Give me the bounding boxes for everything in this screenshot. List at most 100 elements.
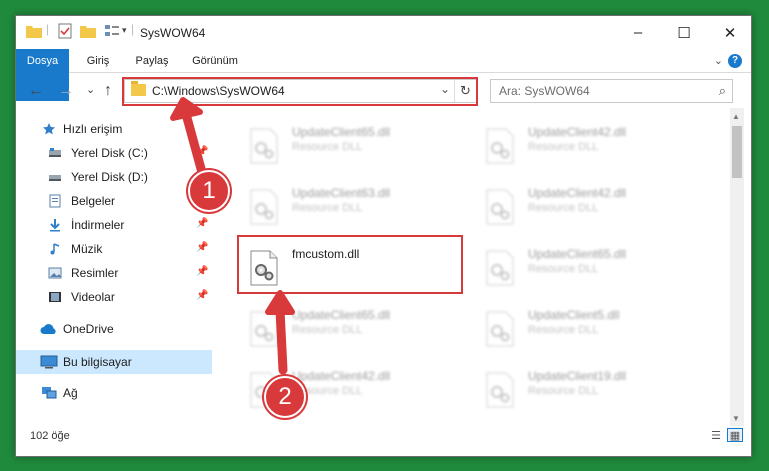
file-type: Resource DLL — [528, 141, 599, 153]
title-bar: | ▾ | SysWOW64 – ☐ ✕ — [16, 16, 751, 49]
file-name: UpdateClient42.dll — [528, 125, 627, 139]
cloud-icon — [40, 324, 56, 334]
expand-ribbon-icon[interactable]: ⌄ — [714, 54, 723, 67]
customize-toolbar-icon[interactable]: ▾ — [122, 25, 127, 36]
sidebar-item-onedrive[interactable]: OneDrive — [16, 318, 212, 340]
scroll-up-icon[interactable]: ▲ — [732, 112, 740, 121]
file-item[interactable]: UpdateClient42.dll Resource DLL — [479, 120, 704, 172]
pin-icon[interactable]: 📌 — [196, 266, 208, 277]
dll-file-icon — [486, 128, 514, 164]
download-icon — [50, 219, 60, 232]
documents-icon — [49, 194, 61, 208]
sidebar-item-documents[interactable]: Belgeler 📌 — [16, 190, 212, 212]
details-view-icon[interactable]: ☰ — [708, 429, 724, 443]
videos-icon — [49, 292, 61, 302]
music-icon — [50, 243, 60, 255]
dll-file-icon — [486, 372, 514, 408]
tab-home[interactable]: Giriş — [76, 49, 120, 73]
close-button[interactable]: ✕ — [707, 16, 753, 49]
step-2-badge: 2 — [264, 376, 306, 418]
star-icon — [43, 123, 55, 135]
sidebar-item-network[interactable]: Ağ — [16, 382, 212, 404]
sidebar-item-this-pc[interactable]: Bu bilgisayar — [16, 350, 212, 374]
file-item[interactable]: UpdateClient5.dll Resource DLL — [479, 303, 704, 355]
sidebar-item-label: Resimler — [71, 266, 119, 280]
separator: | — [131, 22, 135, 36]
pictures-icon — [48, 267, 62, 279]
drive-icon — [49, 148, 61, 157]
file-item[interactable]: UpdateClient65.dll Resource DLL — [479, 242, 704, 294]
file-item[interactable]: UpdateClient63.dll Resource DLL — [243, 181, 468, 233]
sidebar-item-label: Ağ — [63, 386, 78, 400]
file-type: Resource DLL — [528, 202, 599, 214]
forward-button[interactable]: → — [58, 82, 74, 100]
sidebar-item-quick-access[interactable]: Hızlı erişim — [16, 118, 212, 140]
dll-file-icon — [486, 250, 514, 286]
back-button[interactable]: ← — [28, 82, 44, 100]
dll-file-icon — [250, 311, 278, 347]
file-name: UpdateClient42.dll — [292, 369, 391, 383]
separator: | — [46, 22, 50, 36]
window-title: SysWOW64 — [140, 26, 206, 40]
recent-locations-button[interactable]: ⌄ — [86, 83, 95, 96]
pin-icon[interactable]: 📌 — [196, 290, 208, 301]
sidebar-item-label: Yerel Disk (C:) — [71, 146, 148, 160]
sidebar-item-local-disk-d[interactable]: Yerel Disk (D:) 📌 — [16, 166, 212, 188]
computer-icon — [40, 355, 58, 369]
tab-view[interactable]: Görünüm — [184, 49, 246, 73]
pin-icon[interactable]: 📌 — [196, 218, 208, 229]
search-input[interactable]: Ara: SysWOW64 ⌕ — [490, 79, 733, 103]
sidebar-item-label: OneDrive — [63, 322, 114, 336]
file-item[interactable]: UpdateClient65.dll Resource DLL — [243, 303, 468, 355]
tab-share[interactable]: Paylaş — [126, 49, 178, 73]
ribbon-tabs: Dosya Giriş Paylaş Görünüm ⌄ ? — [16, 49, 751, 101]
file-name: UpdateClient65.dll — [292, 125, 391, 139]
pin-icon[interactable]: 📌 — [196, 146, 208, 157]
view-options-icon[interactable] — [104, 23, 120, 39]
file-type: Resource DLL — [528, 324, 599, 336]
navigation-pane: Hızlı erişim Yerel Disk (C:) 📌 Yerel Dis… — [16, 116, 212, 406]
sidebar-item-videos[interactable]: Videolar 📌 — [16, 286, 212, 308]
sidebar-item-local-disk-c[interactable]: Yerel Disk (C:) 📌 — [16, 142, 212, 164]
file-type: Resource DLL — [292, 141, 363, 153]
search-icon[interactable]: ⌕ — [719, 83, 726, 99]
file-item[interactable]: UpdateClient19.dll Resource DLL — [479, 364, 704, 416]
new-folder-icon[interactable] — [80, 24, 96, 38]
scrollbar-thumb[interactable] — [732, 126, 742, 178]
drive-icon — [49, 175, 61, 181]
search-placeholder: Ara: SysWOW64 — [499, 84, 590, 98]
file-name: UpdateClient19.dll — [528, 369, 627, 383]
sidebar-item-label: Yerel Disk (D:) — [71, 170, 148, 184]
dll-file-icon — [250, 128, 278, 164]
sidebar-item-label: Müzik — [71, 242, 103, 256]
scroll-down-icon[interactable]: ▼ — [732, 414, 740, 423]
file-type: Resource DLL — [292, 324, 363, 336]
sidebar-item-music[interactable]: Müzik 📌 — [16, 238, 212, 260]
large-icons-view-icon[interactable]: ▦ — [727, 428, 743, 442]
file-name: UpdateClient65.dll — [292, 308, 391, 322]
dll-file-icon — [486, 311, 514, 347]
sidebar-item-label: Belgeler — [71, 194, 116, 208]
up-button[interactable]: ↑ — [104, 82, 112, 100]
pin-icon[interactable]: 📌 — [196, 242, 208, 253]
minimize-button[interactable]: – — [615, 16, 661, 49]
vertical-scrollbar[interactable]: ▲ ▼ — [730, 108, 744, 426]
file-name: UpdateClient5.dll — [528, 308, 620, 322]
maximize-button[interactable]: ☐ — [661, 16, 707, 49]
file-type: Resource DLL — [528, 385, 599, 397]
file-name: UpdateClient63.dll — [292, 186, 391, 200]
sidebar-item-label: Videolar — [71, 290, 115, 304]
file-type: Resource DLL — [292, 202, 363, 214]
sidebar-item-downloads[interactable]: İndirmeler 📌 — [16, 214, 212, 236]
help-icon[interactable]: ? — [728, 54, 742, 68]
sidebar-item-pictures[interactable]: Resimler 📌 — [16, 262, 212, 284]
file-item[interactable]: UpdateClient65.dll Resource DLL — [243, 120, 468, 172]
sidebar-item-label: İndirmeler — [71, 218, 125, 232]
network-icon — [42, 387, 57, 399]
file-item[interactable]: UpdateClient42.dll Resource DLL — [479, 181, 704, 233]
properties-icon[interactable] — [58, 23, 72, 39]
step-1-badge: 1 — [188, 170, 230, 212]
file-type: Resource DLL — [528, 263, 599, 275]
sidebar-item-label: Bu bilgisayar — [63, 355, 132, 369]
file-name: UpdateClient42.dll — [528, 186, 627, 200]
